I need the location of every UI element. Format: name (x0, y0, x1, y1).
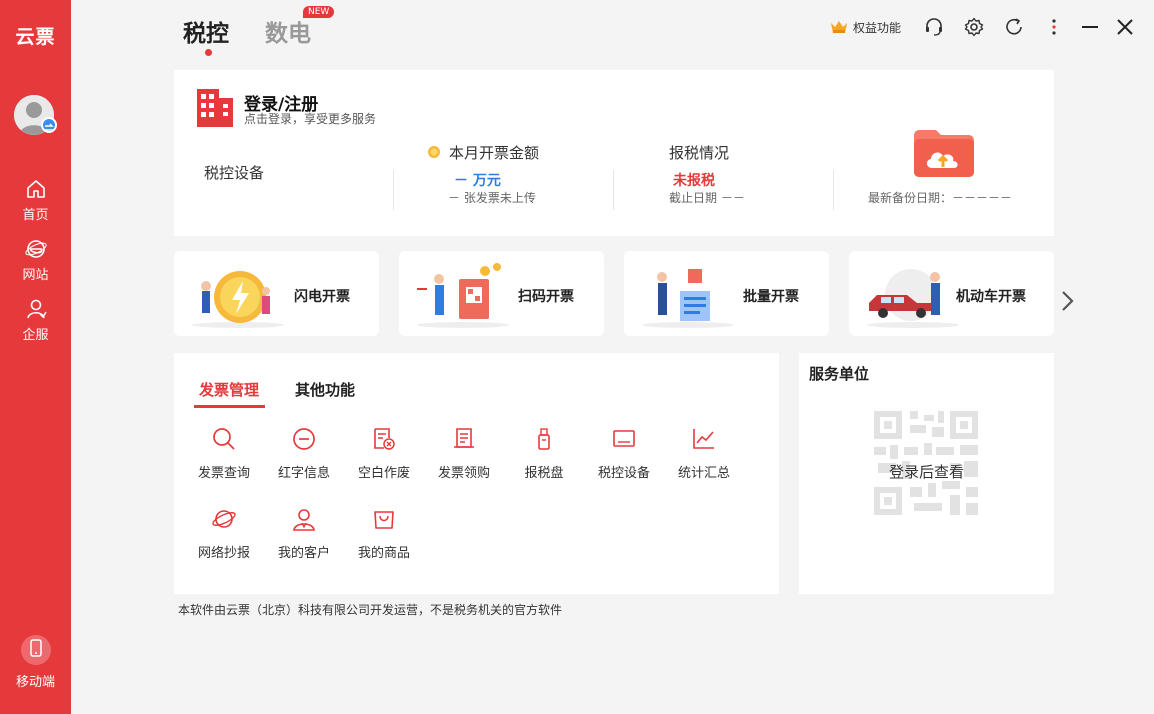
crown-icon (831, 21, 847, 33)
tab-digital-invoice[interactable]: 数电 (265, 14, 311, 48)
quick-flash-invoice-card[interactable]: 闪电开票 (174, 251, 379, 336)
func-label: 空白作废 (357, 466, 410, 481)
lightning-invoice-illustration (192, 271, 284, 328)
brand-logo: 云票 (15, 26, 56, 48)
sidebar-item-mobile[interactable]: 移动端 (0, 635, 71, 690)
sidebar-item-website[interactable]: 网站 (0, 238, 71, 283)
customer-service-icon[interactable] (923, 16, 945, 38)
func-tax-device[interactable]: 税控设备 (584, 426, 664, 481)
more-menu-icon[interactable] (1043, 16, 1065, 38)
func-label: 网络抄报 (197, 546, 250, 561)
tax-filing-status: 未报税 (673, 173, 715, 189)
usb-key-icon (538, 428, 550, 450)
cloud-backup-folder-icon[interactable] (912, 128, 976, 178)
active-tab-underline (194, 405, 265, 408)
sidebar-item-home[interactable]: 首页 (0, 178, 71, 223)
func-label: 发票领购 (437, 466, 490, 481)
minimize-icon[interactable] (1079, 16, 1101, 38)
minus-circle-icon (293, 428, 315, 450)
vip-label: 权益功能 (853, 20, 902, 35)
backup-date-note: 最新备份日期：－－－－－ (868, 191, 1013, 205)
planet-icon (212, 510, 236, 528)
unuploaded-invoices-note: － 张发票未上传 (448, 191, 536, 205)
login-subtitle: 点击登录，享受更多服务 (244, 112, 377, 126)
tab-invoice-management[interactable]: 发票管理 (199, 379, 259, 400)
vip-benefits-button[interactable]: 权益功能 (830, 19, 901, 36)
func-label: 我的商品 (357, 546, 410, 561)
func-blank-void[interactable]: 空白作废 (344, 426, 424, 481)
month-amount-value: － 万元 (454, 173, 501, 189)
quick-batch-invoice-card[interactable]: 批量开票 (624, 251, 829, 336)
settings-gear-icon[interactable] (963, 16, 985, 38)
func-label: 红字信息 (277, 466, 330, 481)
divider (393, 170, 394, 210)
refresh-icon[interactable] (1003, 16, 1025, 38)
func-label: 统计汇总 (677, 466, 730, 481)
customer-icon (293, 509, 315, 531)
quick-action-label: 机动车开票 (956, 289, 1026, 305)
invoice-icon (454, 428, 474, 448)
tab-tax-control[interactable]: 税控 (183, 14, 229, 48)
month-amount-label: 本月开票金额 (449, 144, 540, 162)
mobile-phone-icon (20, 635, 51, 665)
browser-icon (24, 240, 47, 258)
tab-other-functions[interactable]: 其他功能 (295, 379, 355, 400)
func-online-report[interactable]: 网络抄报 (184, 506, 264, 561)
quick-action-label: 闪电开票 (294, 289, 350, 305)
void-document-icon (374, 428, 395, 450)
active-tab-indicator (205, 49, 212, 56)
func-red-letter-info[interactable]: 红字信息 (264, 426, 344, 481)
invoice-management-panel: 发票管理 其他功能 发票查询 红字信息 空白作废 发票领购 报税盘 税控设备 统… (174, 353, 779, 594)
divider (613, 170, 614, 210)
search-icon (213, 428, 235, 450)
batch-invoice-illustration (642, 269, 734, 328)
func-label: 我的客户 (277, 546, 330, 561)
footer-disclaimer: 本软件由云票（北京）科技有限公司开发运营，不是税务机关的官方软件 (178, 603, 563, 617)
func-invoice-query[interactable]: 发票查询 (184, 426, 264, 481)
sidebar: 云票 首页 网站 企服 移动端 (0, 0, 71, 714)
top-actions: 权益功能 (830, 16, 1136, 38)
device-icon (613, 430, 635, 447)
scan-invoice-illustration (417, 263, 509, 328)
company-building-icon[interactable] (196, 88, 234, 132)
func-my-customers[interactable]: 我的客户 (264, 506, 344, 561)
service-unit-title: 服务单位 (809, 365, 870, 383)
quick-action-label: 批量开票 (743, 289, 799, 305)
login-to-view-hint: 登录后查看 (888, 463, 964, 481)
func-statistics[interactable]: 统计汇总 (664, 426, 744, 481)
sidebar-item-enterprise[interactable]: 企服 (0, 298, 71, 343)
chevron-right-icon[interactable] (1060, 290, 1076, 312)
user-service-icon (26, 299, 47, 319)
func-label: 税控设备 (597, 466, 650, 481)
tax-device-label: 税控设备 (204, 164, 265, 182)
sidebar-item-label: 移动端 (15, 675, 55, 690)
quick-action-label: 扫码开票 (518, 289, 574, 305)
tax-filing-label: 报税情况 (669, 144, 730, 162)
account-status-panel: 登录/注册 点击登录，享受更多服务 税控设备 本月开票金额 － 万元 － 张发票… (174, 70, 1054, 236)
sidebar-item-label: 企服 (22, 328, 49, 343)
vehicle-invoice-illustration (867, 269, 959, 328)
sidebar-item-label: 首页 (22, 208, 49, 223)
line-chart-icon (693, 429, 714, 449)
sidebar-item-label: 网站 (22, 268, 49, 283)
quick-vehicle-invoice-card[interactable]: 机动车开票 (849, 251, 1054, 336)
func-label: 发票查询 (197, 466, 250, 481)
deadline-note: 截止日期 －－ (669, 191, 745, 205)
quick-scan-invoice-card[interactable]: 扫码开票 (399, 251, 604, 336)
service-unit-panel: 服务单位 登录后查看 (799, 353, 1054, 594)
func-label: 报税盘 (524, 466, 564, 481)
coin-icon (428, 146, 440, 158)
switch-account-icon[interactable] (41, 117, 57, 133)
func-invoice-purchase[interactable]: 发票领购 (424, 426, 504, 481)
home-icon (26, 180, 45, 198)
func-my-products[interactable]: 我的商品 (344, 506, 424, 561)
func-tax-disk[interactable]: 报税盘 (504, 426, 584, 481)
close-icon[interactable] (1114, 16, 1136, 38)
shopping-bag-icon (374, 511, 394, 529)
new-badge: NEW (303, 6, 335, 18)
divider (833, 170, 834, 210)
